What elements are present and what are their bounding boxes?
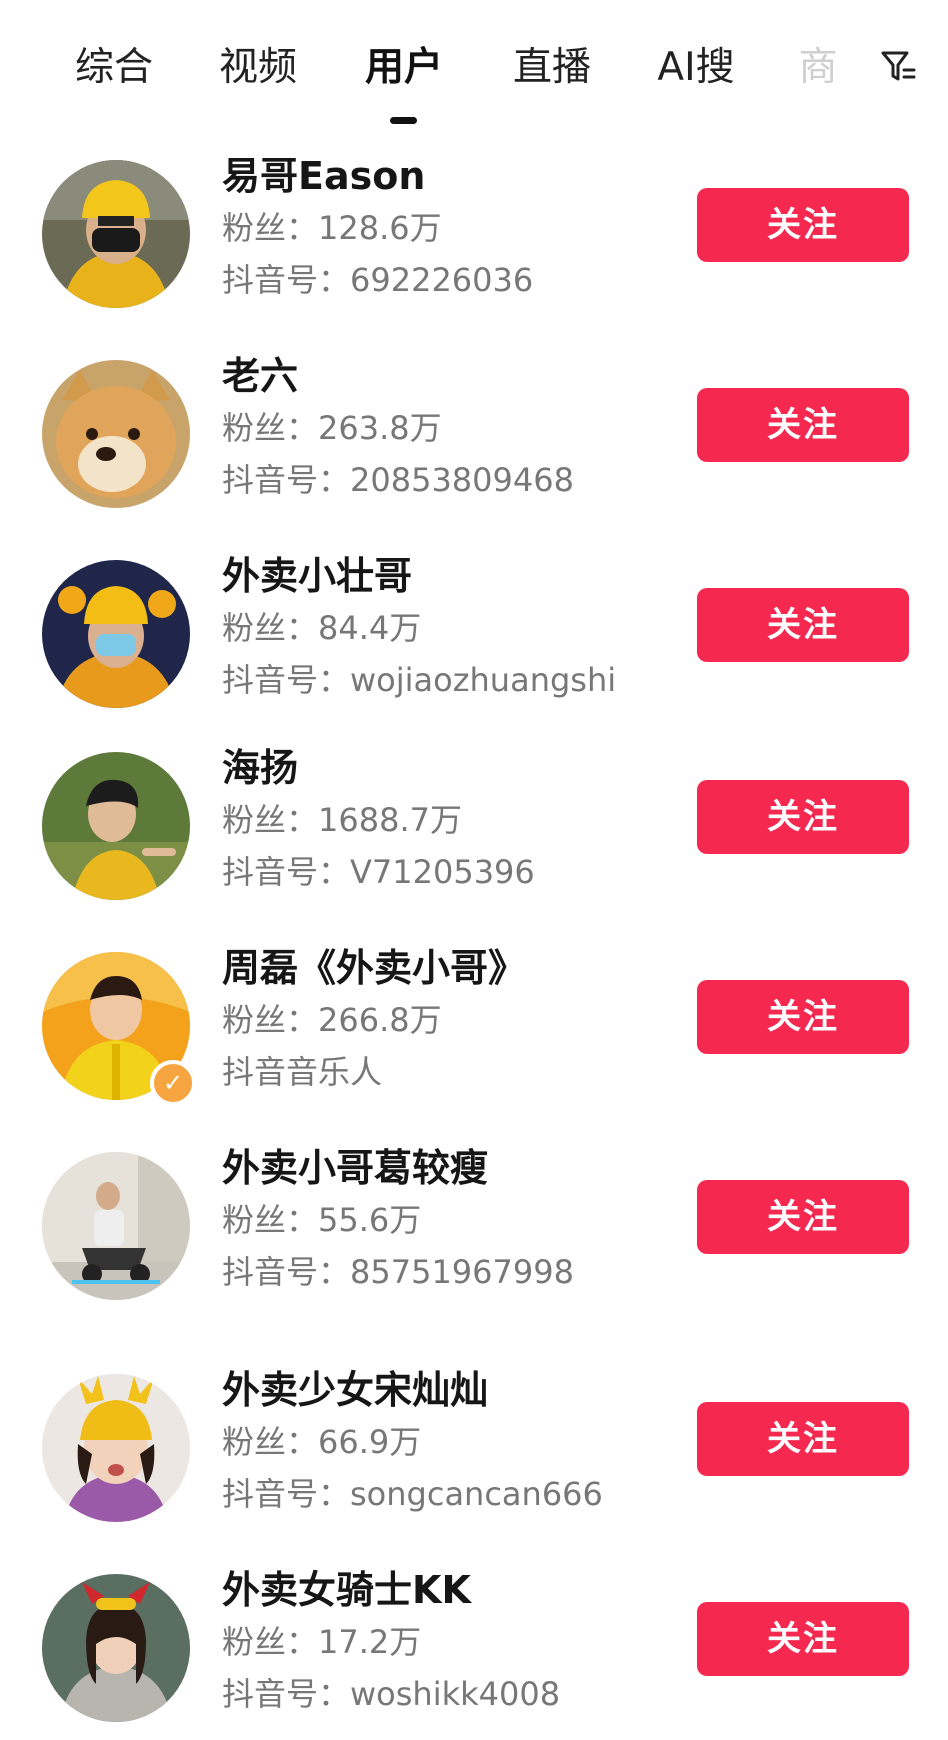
avatar-rider-yellow-helmet-icon <box>42 160 190 308</box>
user-name[interactable]: 外卖少女宋灿灿 <box>222 1364 488 1416</box>
avatar-girl-red-bow-icon <box>42 1574 190 1722</box>
follow-button[interactable]: 关注 <box>697 1180 909 1254</box>
avatar-girl-antler-helmet-icon <box>42 1374 190 1522</box>
fan-count: 粉丝：17.2万 <box>222 1623 422 1661</box>
user-row[interactable]: 海扬 粉丝：1688.7万 抖音号：V71205396 关注 <box>0 742 948 922</box>
tab-comprehensive[interactable]: 综合 <box>72 42 156 94</box>
user-name[interactable]: 外卖小哥葛较瘦 <box>222 1142 488 1194</box>
follow-button[interactable]: 关注 <box>697 388 909 462</box>
avatar[interactable] <box>42 1152 190 1300</box>
follow-button[interactable]: 关注 <box>697 780 909 854</box>
tab-shop[interactable]: 商 <box>797 42 839 94</box>
follow-button[interactable]: 关注 <box>697 1602 909 1676</box>
fan-count: 粉丝：1688.7万 <box>222 801 462 839</box>
fan-count: 粉丝：263.8万 <box>222 409 442 447</box>
user-row[interactable]: 老六 粉丝：263.8万 抖音号：20853809468 关注 <box>0 350 948 530</box>
follow-button[interactable]: 关注 <box>697 588 909 662</box>
active-tab-indicator <box>390 117 417 124</box>
douyin-id: 抖音号：woshikk4008 <box>222 1675 561 1713</box>
user-name[interactable]: 外卖小壮哥 <box>222 550 412 602</box>
user-row[interactable]: 外卖少女宋灿灿 粉丝：66.9万 抖音号：songcancan666 关注 <box>0 1364 948 1544</box>
fan-count: 粉丝：128.6万 <box>222 209 442 247</box>
search-results-page: 综合 视频 用户 直播 AI搜 商 易哥Eason 粉丝：128.6万 抖音号：… <box>0 0 948 1740</box>
user-row[interactable]: 外卖小壮哥 粉丝：84.4万 抖音号：wojiaozhuangshi 关注 <box>0 550 948 730</box>
fan-count: 粉丝：66.9万 <box>222 1423 422 1461</box>
avatar-shiba-dog-icon <box>42 360 190 508</box>
user-name[interactable]: 易哥Eason <box>222 150 425 202</box>
follow-button[interactable]: 关注 <box>697 188 909 262</box>
douyin-id: 抖音号：wojiaozhuangshi <box>222 661 617 699</box>
avatar[interactable] <box>42 560 190 708</box>
follow-button[interactable]: 关注 <box>697 1402 909 1476</box>
search-tab-bar: 综合 视频 用户 直播 AI搜 商 <box>0 0 948 130</box>
follow-button[interactable]: 关注 <box>697 980 909 1054</box>
user-name[interactable]: 周磊《外卖小哥》 <box>222 942 526 994</box>
avatar[interactable] <box>42 1374 190 1522</box>
tab-ai-search[interactable]: AI搜 <box>654 42 738 94</box>
avatar[interactable] <box>42 160 190 308</box>
avatar-scooter-icon <box>42 1152 190 1300</box>
user-row[interactable]: 外卖女骑士KK 粉丝：17.2万 抖音号：woshikk4008 关注 <box>0 1564 948 1740</box>
avatar[interactable] <box>42 360 190 508</box>
user-row[interactable]: 易哥Eason 粉丝：128.6万 抖音号：692226036 关注 <box>0 150 948 330</box>
avatar-rider-mask-icon <box>42 560 190 708</box>
fan-count: 粉丝：266.8万 <box>222 1001 442 1039</box>
tab-live[interactable]: 直播 <box>510 42 594 94</box>
user-row[interactable]: 外卖小哥葛较瘦 粉丝：55.6万 抖音号：85751967998 关注 <box>0 1142 948 1322</box>
user-name[interactable]: 老六 <box>222 350 298 402</box>
tab-users[interactable]: 用户 <box>362 42 446 94</box>
douyin-id: 抖音号：692226036 <box>222 261 534 299</box>
user-name[interactable]: 外卖女骑士KK <box>222 1564 471 1616</box>
avatar[interactable] <box>42 752 190 900</box>
douyin-id: 抖音号：songcancan666 <box>222 1475 603 1513</box>
avatar[interactable] <box>42 1574 190 1722</box>
verified-badge-icon: ✓ <box>150 1060 196 1106</box>
user-row[interactable]: ✓ 周磊《外卖小哥》 粉丝：266.8万 抖音音乐人 关注 <box>0 942 948 1122</box>
douyin-id: 抖音号：V71205396 <box>222 853 535 891</box>
fan-count: 粉丝：84.4万 <box>222 609 422 647</box>
musician-label: 抖音音乐人 <box>222 1053 383 1091</box>
tab-video[interactable]: 视频 <box>216 42 300 94</box>
douyin-id: 抖音号：20853809468 <box>222 461 574 499</box>
user-name[interactable]: 海扬 <box>222 742 298 794</box>
filter-icon[interactable] <box>880 48 918 86</box>
avatar-outdoor-yellow-icon <box>42 752 190 900</box>
douyin-id: 抖音号：85751967998 <box>222 1253 574 1291</box>
fan-count: 粉丝：55.6万 <box>222 1201 422 1239</box>
